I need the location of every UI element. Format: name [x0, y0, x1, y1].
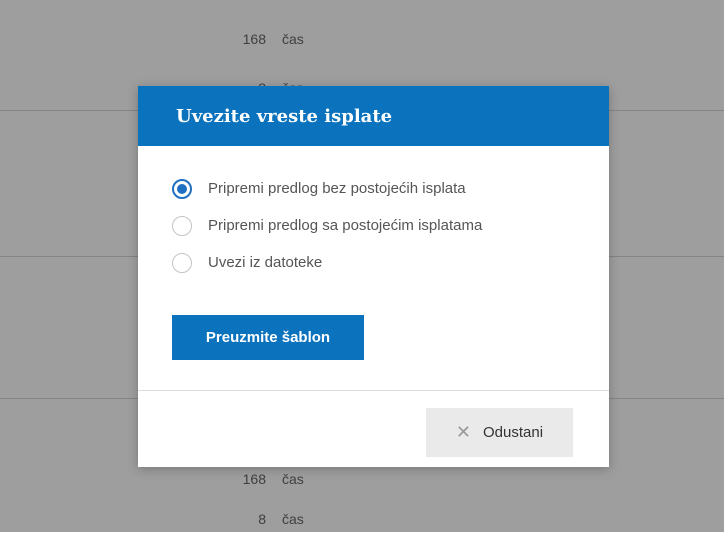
radio-button[interactable]	[172, 215, 192, 236]
option-import-file[interactable]: Uvezi iz datoteke	[172, 250, 609, 275]
option-label: Pripremi predlog sa postojećim isplatama	[208, 217, 483, 234]
cancel-button[interactable]: ✕ Odustani	[426, 408, 573, 457]
cancel-label: Odustani	[483, 424, 544, 441]
download-template-button[interactable]: Preuzmite šablon	[172, 315, 364, 360]
option-label: Uvezi iz datoteke	[208, 254, 323, 271]
option-label: Pripremi predlog bez postojećih isplata	[208, 180, 466, 197]
radio-button[interactable]	[172, 252, 192, 273]
close-icon: ✕	[455, 422, 472, 442]
import-payments-dialog: Uvezite vreste isplate Pripremi predlog …	[138, 86, 609, 467]
dialog-body: Pripremi predlog bez postojećih isplata …	[138, 146, 609, 360]
option-without-existing[interactable]: Pripremi predlog bez postojećih isplata	[172, 176, 609, 201]
radio-button-checked[interactable]	[172, 178, 192, 199]
dialog-header: Uvezite vreste isplate	[138, 86, 609, 146]
dialog-title: Uvezite vreste isplate	[176, 105, 393, 127]
option-with-existing[interactable]: Pripremi predlog sa postojećim isplatama	[172, 213, 609, 238]
dialog-footer: ✕ Odustani	[138, 390, 609, 467]
